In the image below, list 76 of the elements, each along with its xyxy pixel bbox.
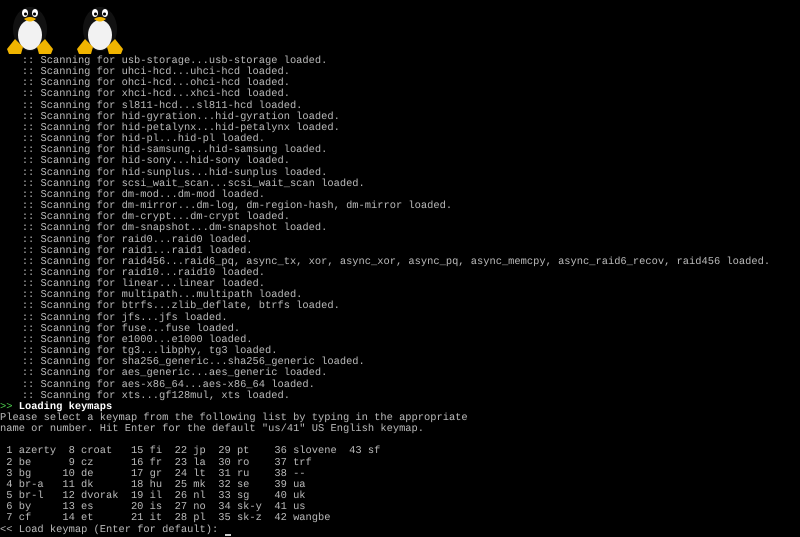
log-line: Scanning for sha256_generic...sha256_generic loaded. <box>40 357 365 368</box>
log-line: Scanning for scsi_wait_scan...scsi_wait_scan loaded. <box>40 178 365 190</box>
log-line: Scanning for dm-snapshot...dm-snapshot loaded. <box>40 223 328 234</box>
log-marker: :: <box>22 122 34 134</box>
log-line: Scanning for raid10...raid10 loaded. <box>40 268 266 279</box>
keymap-list-row: 5 br-l 12 dvorak 19 il 26 nl 33 sg 40 uk <box>6 491 306 502</box>
keymap-list-row-text: 1 azerty 8 croat 15 fi 22 jp 29 pt 36 slovene 43 sf <box>6 446 380 458</box>
log-line: Scanning for xts...gf128mul, xts loaded. <box>40 390 290 402</box>
keymap-list-row: 3 bg 10 de 17 gr 24 lt 31 ru 38 -- <box>6 468 306 480</box>
log-line: Scanning for sl811-hcd...sl811-hcd loaded. <box>40 100 302 112</box>
prompt-text: Load keymap (Enter for default): <box>18 524 218 536</box>
log-marker: :: <box>22 290 34 302</box>
log-marker: :: <box>22 246 34 257</box>
log-line: Scanning for linear...linear loaded. <box>40 279 266 290</box>
log-line: Scanning for hid-samsung...hid-samsung loaded. <box>40 145 328 156</box>
log-line: Scanning for uhci-hcd...uhci-hcd loaded. <box>40 67 290 78</box>
log-line: Scanning for usb-storage...usb-storage loaded. <box>40 56 328 67</box>
log-line: Scanning for hid-petalynx...hid-petalynx loaded. <box>40 122 340 134</box>
message-line: Please select a keymap from the following list by typing in the appropriate <box>0 413 468 424</box>
keymap-list-row: 6 by 13 es 20 is 27 no 34 sk-y 41 us <box>6 502 306 514</box>
log-marker: :: <box>22 168 34 179</box>
log-marker: :: <box>22 156 34 168</box>
log-marker: :: <box>22 134 34 146</box>
log-line: Scanning for btrfs...zlib_deflate, btrfs loaded. <box>40 301 340 312</box>
log-marker: :: <box>22 201 34 212</box>
section-marker: >> <box>0 402 12 413</box>
section-title: Loading keymaps <box>18 402 112 413</box>
log-marker: :: <box>22 279 34 290</box>
log-marker: :: <box>22 212 34 224</box>
log-marker: :: <box>22 56 34 68</box>
log-line: Scanning for ohci-hcd...ohci-hcd loaded. <box>40 78 290 90</box>
log-line: Scanning for e1000...e1000 loaded. <box>40 334 253 346</box>
message-line: name or number. Hit Enter for the default "us/41" US English keymap. <box>0 424 424 436</box>
log-marker: :: <box>22 256 34 268</box>
log-marker: :: <box>22 368 34 380</box>
log-marker: :: <box>22 324 34 335</box>
log-line: Scanning for aes_generic...aes_generic loaded. <box>40 368 328 380</box>
log-line: Scanning for jfs...jfs loaded. <box>40 312 228 324</box>
log-line: Scanning for raid1...raid1 loaded. <box>40 246 253 257</box>
log-marker: :: <box>22 67 34 78</box>
log-marker: :: <box>22 178 34 190</box>
keymap-list-row-text: 7 cf 14 et 21 it 28 pl 35 sk-z 42 wangbe <box>6 513 330 524</box>
log-marker: :: <box>22 357 34 368</box>
log-line: Scanning for raid456...raid6_pq, async_tx, xor, async_xor, async_pq, async_memcpy, async_raid6_recov, raid456 loaded. <box>40 256 770 268</box>
log-line: Scanning for xhci-hcd...xhci-hcd loaded. <box>40 89 290 100</box>
log-line: Scanning for fuse...fuse loaded. <box>40 324 240 335</box>
log-marker: :: <box>22 301 34 313</box>
log-marker: :: <box>22 334 34 346</box>
log-line: Scanning for hid-gyration...hid-gyration loaded. <box>40 112 340 123</box>
log-line: Scanning for dm-mirror...dm-log, dm-region-hash, dm-mirror loaded. <box>40 201 452 212</box>
log-marker: :: <box>22 234 34 246</box>
log-line: Scanning for hid-sony...hid-sony loaded. <box>40 156 290 168</box>
log-marker: :: <box>22 346 34 358</box>
log-line: Scanning for dm-crypt...dm-crypt loaded. <box>40 212 290 224</box>
keymap-list-row-text: 4 br-a 11 dk 18 hu 25 mk 32 se 39 ua <box>6 480 306 491</box>
log-marker: :: <box>22 390 34 402</box>
log-marker: :: <box>22 190 34 202</box>
log-marker: :: <box>22 380 34 391</box>
log-line: Scanning for hid-sunplus...hid-sunplus loaded. <box>40 168 328 179</box>
log-marker: :: <box>22 312 34 324</box>
log-line: Scanning for hid-pl...hid-pl loaded. <box>40 134 266 146</box>
keymap-list-row: 2 be 9 cz 16 fr 23 la 30 ro 37 trf <box>6 458 312 469</box>
log-line: Scanning for multipath...multipath loaded. <box>40 290 302 302</box>
log-marker: :: <box>22 78 34 90</box>
log-line: Scanning for raid0...raid0 loaded. <box>40 234 253 246</box>
prompt-marker: << <box>0 524 12 536</box>
log-marker: :: <box>22 89 34 101</box>
log-line: Scanning for aes-x86_64...aes-x86_64 loaded. <box>40 380 315 391</box>
log-line: Scanning for dm-mod...dm-mod loaded. <box>40 190 266 201</box>
log-marker: :: <box>22 223 34 234</box>
log-marker: :: <box>22 100 34 112</box>
log-line: Scanning for tg3...libphy, tg3 loaded. <box>40 346 278 358</box>
log-marker: :: <box>22 268 34 280</box>
log-marker: :: <box>22 112 34 123</box>
log-marker: :: <box>22 145 34 156</box>
text-cursor <box>224 534 231 536</box>
